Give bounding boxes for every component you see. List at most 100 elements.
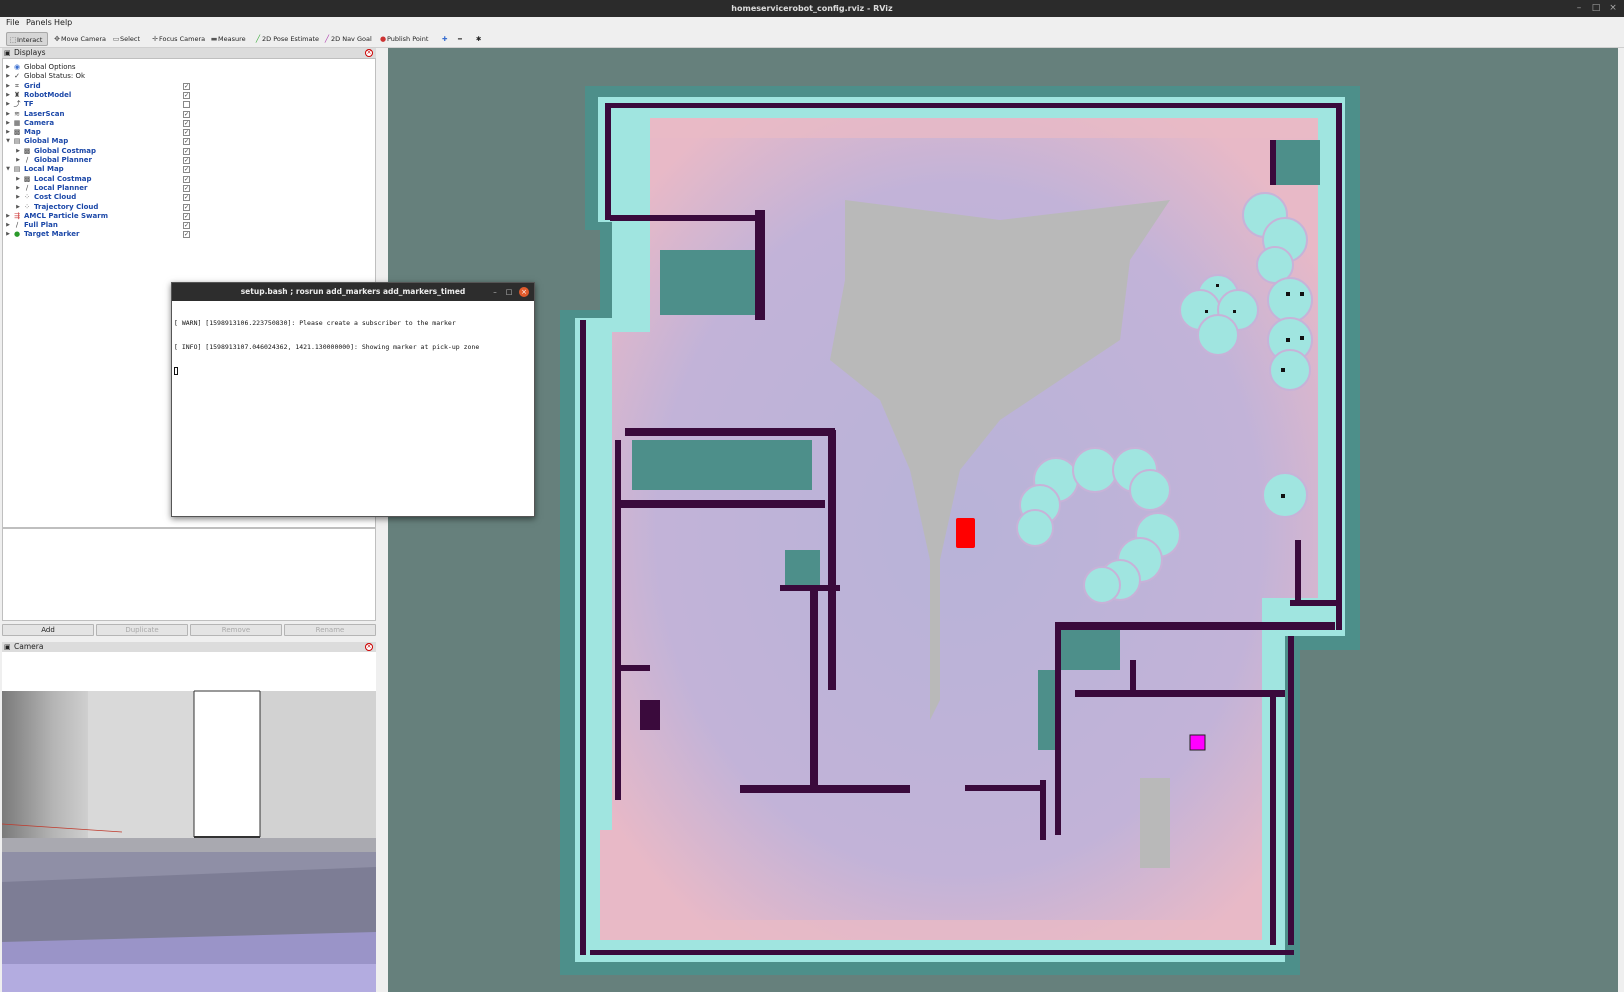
remove-display-button[interactable]: Remove xyxy=(190,624,282,636)
nav-goal-tool-button[interactable]: ╱ 2D Nav Goal xyxy=(321,32,372,46)
expand-arrow-icon[interactable]: ▶ xyxy=(5,128,11,138)
target-marker xyxy=(1189,734,1206,751)
camera-panel-close-icon[interactable]: × xyxy=(365,643,373,651)
terminal-window[interactable]: setup.bash ; rosrun add_markers add_mark… xyxy=(171,282,535,517)
display-enabled-checkbox[interactable]: ✓ xyxy=(183,129,190,137)
expand-arrow-icon[interactable]: ▶ xyxy=(5,82,11,92)
expand-arrow-icon[interactable]: ▶ xyxy=(5,212,11,222)
display-item-label: Trajectory Cloud xyxy=(34,202,99,211)
measure-tool-button[interactable]: ▬Measure xyxy=(208,32,246,46)
render-viewport[interactable] xyxy=(388,48,1618,992)
pose-estimate-tool-label: 2D Pose Estimate xyxy=(262,35,320,43)
display-item-local-costmap[interactable]: ▶ ▩ Local Costmap ✓ xyxy=(3,175,375,185)
terminal-maximize-icon[interactable]: □ xyxy=(504,287,514,297)
display-enabled-checkbox[interactable]: ✓ xyxy=(183,222,190,230)
display-enabled-checkbox[interactable]: ✓ xyxy=(183,119,190,127)
maximize-icon[interactable]: □ xyxy=(1587,0,1605,17)
menu-file[interactable]: File xyxy=(6,18,19,27)
expand-arrow-icon[interactable]: ▶ xyxy=(5,63,11,73)
expand-arrow-icon[interactable]: ▶ xyxy=(5,100,11,110)
right-dock-edge xyxy=(1618,48,1624,992)
expand-arrow-icon[interactable]: ▶ xyxy=(5,110,11,120)
display-item-target-marker[interactable]: ▶ ● Target Marker ✓ xyxy=(3,230,375,240)
display-item-global-options[interactable]: ▶ ◉ Global Options xyxy=(3,63,375,73)
display-enabled-checkbox[interactable]: ✓ xyxy=(183,175,190,183)
select-tool-label: Select xyxy=(120,35,141,43)
display-item-camera[interactable]: ▶ ▦ Camera ✓ xyxy=(3,119,375,129)
select-tool-button[interactable]: ▭Select xyxy=(110,32,140,46)
display-item-label: Local Costmap xyxy=(34,174,92,183)
display-enabled-checkbox[interactable]: ✓ xyxy=(183,203,190,211)
display-item-local-planner[interactable]: ▶ ∕ Local Planner ✓ xyxy=(3,184,375,194)
display-enabled-checkbox[interactable]: ✓ xyxy=(183,157,190,164)
display-item-grid[interactable]: ▶ ⌗ Grid ✓ xyxy=(3,82,375,92)
expand-arrow-icon[interactable]: ▶ xyxy=(15,203,21,213)
pose-estimate-tool-button[interactable]: ╱ 2D Pose Estimate xyxy=(252,32,319,46)
display-item-label: AMCL Particle Swarm xyxy=(24,211,108,220)
expand-arrow-icon[interactable]: ▶ xyxy=(15,193,21,203)
minimize-icon[interactable]: – xyxy=(1570,0,1588,17)
publish-point-tool-button[interactable]: ●Publish Point xyxy=(377,32,428,46)
display-enabled-checkbox[interactable] xyxy=(183,101,190,109)
window-title: homeservicerobot_config.rviz - RViz xyxy=(731,4,893,13)
remove-tool-icon[interactable]: ━ xyxy=(456,32,470,46)
interact-tool-button[interactable]: ⬚Interact xyxy=(6,32,48,46)
terminal-output[interactable]: [ WARN] [1598913106.223750830]: Please c… xyxy=(174,303,532,391)
rename-display-button[interactable]: Rename xyxy=(284,624,376,636)
displays-panel-close-icon[interactable]: × xyxy=(365,49,373,57)
terminal-close-icon[interactable]: × xyxy=(519,287,529,297)
display-item-laserscan[interactable]: ▶ ≋ LaserScan ✓ xyxy=(3,110,375,120)
move-camera-tool-button[interactable]: ✥Move Camera xyxy=(51,32,106,46)
display-item-local-map[interactable]: ▼ ▤ Local Map ✓ xyxy=(3,165,375,175)
display-item-full-plan[interactable]: ▶ ∕ Full Plan ✓ xyxy=(3,221,375,231)
folder-icon: ▤ xyxy=(13,137,21,146)
display-enabled-checkbox[interactable]: ✓ xyxy=(183,194,190,202)
add-display-button[interactable]: Add xyxy=(2,624,94,636)
expand-arrow-icon[interactable]: ▶ xyxy=(5,221,11,231)
expand-arrow-icon[interactable]: ▶ xyxy=(5,230,11,240)
point-cloud-icon: ⁘ xyxy=(24,202,30,211)
display-enabled-checkbox[interactable]: ✓ xyxy=(183,138,190,146)
expand-arrow-icon[interactable]: ▶ xyxy=(5,72,11,82)
display-enabled-checkbox[interactable]: ✓ xyxy=(183,147,190,155)
display-item-global-costmap[interactable]: ▶ ▩ Global Costmap ✓ xyxy=(3,147,375,157)
display-item-label: Global Options xyxy=(24,63,76,71)
expand-arrow-icon[interactable]: ▶ xyxy=(5,119,11,129)
map-icon: ▩ xyxy=(23,174,31,183)
expand-arrow-icon[interactable]: ▶ xyxy=(15,175,21,185)
display-item-tf[interactable]: ▶ ⤴ TF xyxy=(3,100,375,110)
display-enabled-checkbox[interactable]: ✓ xyxy=(183,166,190,174)
tool-properties-icon[interactable]: ✱ xyxy=(474,32,486,46)
display-enabled-checkbox[interactable]: ✓ xyxy=(183,91,190,99)
expand-arrow-open-icon[interactable]: ▼ xyxy=(5,165,11,175)
expand-arrow-icon[interactable]: ▶ xyxy=(5,91,11,101)
display-item-amcl-particle-swarm[interactable]: ▶ ⇶ AMCL Particle Swarm ✓ xyxy=(3,212,375,222)
menu-panels[interactable]: Panels xyxy=(26,18,52,27)
measure-icon: ▬ xyxy=(210,35,218,43)
focus-camera-tool-button[interactable]: ✛Focus Camera xyxy=(149,32,205,46)
display-item-robotmodel[interactable]: ▶ ♜ RobotModel ✓ xyxy=(3,91,375,101)
display-item-trajectory-cloud[interactable]: ▶ ⁘ Trajectory Cloud ✓ xyxy=(3,203,375,213)
add-tool-icon[interactable]: ✚ xyxy=(440,32,452,46)
displays-panel-icon: ▣ xyxy=(4,49,11,57)
display-enabled-checkbox[interactable]: ✓ xyxy=(183,82,190,90)
duplicate-display-button[interactable]: Duplicate xyxy=(96,624,188,636)
display-enabled-checkbox[interactable]: ✓ xyxy=(183,184,190,192)
expand-arrow-icon[interactable]: ▶ xyxy=(15,147,21,157)
display-item-global-planner[interactable]: ▶ ∕ Global Planner ✓ xyxy=(3,156,375,166)
menu-help[interactable]: Help xyxy=(54,18,72,27)
display-item-global-status-ok[interactable]: ▶ ✓ Global Status: Ok xyxy=(3,72,375,82)
expand-arrow-icon[interactable]: ▶ xyxy=(15,156,21,166)
display-enabled-checkbox[interactable]: ✓ xyxy=(183,231,190,239)
terminal-line: [ WARN] [1598913106.223750830]: Please c… xyxy=(174,319,456,327)
expand-arrow-open-icon[interactable]: ▼ xyxy=(5,137,11,147)
display-enabled-checkbox[interactable]: ✓ xyxy=(183,110,190,118)
display-item-cost-cloud[interactable]: ▶ ⁘ Cost Cloud ✓ xyxy=(3,193,375,203)
display-item-global-map[interactable]: ▼ ▤ Global Map ✓ xyxy=(3,137,375,147)
display-enabled-checkbox[interactable]: ✓ xyxy=(183,212,190,220)
terminal-minimize-icon[interactable]: – xyxy=(490,287,500,297)
display-item-map[interactable]: ▶ ▩ Map ✓ xyxy=(3,128,375,138)
expand-arrow-icon[interactable]: ▶ xyxy=(15,184,21,194)
panel-splitter[interactable] xyxy=(376,48,388,992)
close-icon[interactable]: × xyxy=(1604,0,1622,17)
